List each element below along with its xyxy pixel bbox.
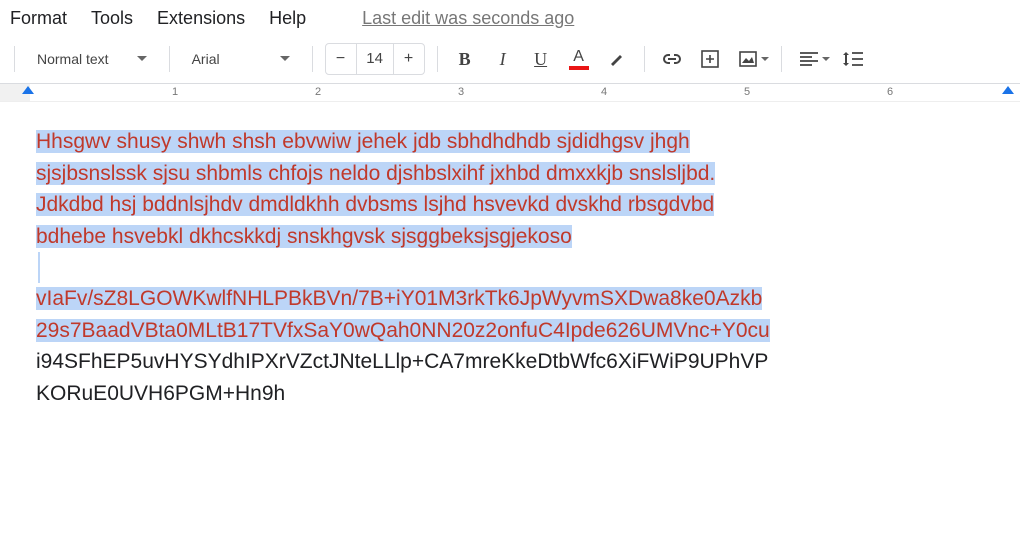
- separator: [169, 46, 170, 72]
- right-indent-marker[interactable]: [1002, 86, 1014, 94]
- insert-link-button[interactable]: [657, 44, 687, 74]
- toolbar: Normal text Arial − 14 + B I U A: [0, 39, 1020, 84]
- separator: [312, 46, 313, 72]
- selected-text: 29s7BaadVBta0MLtB17TVfxSaY0wQah0NN20z2on…: [36, 319, 770, 342]
- menu-help[interactable]: Help: [269, 8, 306, 29]
- chevron-down-icon: [280, 56, 290, 62]
- ruler-tick: 3: [458, 86, 464, 98]
- document-canvas[interactable]: Hhsgwv shusy shwh shsh ebvwiw jehek jdb …: [0, 102, 1020, 409]
- text-line[interactable]: i94SFhEP5uvHYSYdhIPXrVZctJNteLLlp+CA7mre…: [36, 346, 984, 378]
- ruler-tick: 6: [887, 86, 893, 98]
- highlight-color-button[interactable]: [602, 44, 632, 74]
- font-family-dropdown[interactable]: Arial: [182, 47, 300, 71]
- add-comment-button[interactable]: [695, 44, 725, 74]
- separator: [437, 46, 438, 72]
- chevron-down-icon[interactable]: [822, 57, 830, 62]
- menu-format[interactable]: Format: [10, 8, 67, 29]
- selected-text: bdhebe hsvebkl dkhcskkdj snskhgvsk sjsgg…: [36, 225, 572, 248]
- chevron-down-icon: [137, 56, 147, 62]
- text-line[interactable]: bdhebe hsvebkl dkhcskkdj snskhgvsk sjsgg…: [36, 221, 984, 253]
- ruler-tick: 1: [172, 86, 178, 98]
- separator: [781, 46, 782, 72]
- paragraph-style-dropdown[interactable]: Normal text: [27, 47, 157, 71]
- font-size-value[interactable]: 14: [356, 44, 394, 74]
- font-family-label: Arial: [192, 51, 220, 67]
- menu-bar: Format Tools Extensions Help Last edit w…: [0, 0, 1020, 39]
- highlighter-icon: [608, 50, 626, 68]
- link-icon: [662, 54, 682, 64]
- underline-button[interactable]: U: [526, 44, 556, 74]
- menu-extensions[interactable]: Extensions: [157, 8, 245, 29]
- menu-tools[interactable]: Tools: [91, 8, 133, 29]
- image-icon: [739, 51, 757, 67]
- text-line[interactable]: 29s7BaadVBta0MLtB17TVfxSaY0wQah0NN20z2on…: [36, 315, 984, 347]
- italic-button[interactable]: I: [488, 44, 518, 74]
- text-line[interactable]: Hhsgwv shusy shwh shsh ebvwiw jehek jdb …: [36, 126, 984, 158]
- font-size-decrease-button[interactable]: −: [326, 44, 356, 74]
- ruler-tick: 4: [601, 86, 607, 98]
- font-size-increase-button[interactable]: +: [394, 44, 424, 74]
- separator: [644, 46, 645, 72]
- align-button[interactable]: [794, 44, 824, 74]
- ruler-tick: 2: [315, 86, 321, 98]
- text-color-icon: A: [569, 49, 589, 70]
- comment-plus-icon: [701, 50, 719, 68]
- first-line-indent-marker[interactable]: [22, 86, 34, 94]
- selected-text: Jdkdbd hsj bddnlsjhdv dmdldkhh dvbsms ls…: [36, 193, 714, 216]
- selected-text: sjsjbsnslssk sjsu shbmls chfojs neldo dj…: [36, 162, 715, 185]
- insert-image-button[interactable]: [733, 44, 763, 74]
- paragraph-style-label: Normal text: [37, 51, 109, 67]
- plain-text: i94SFhEP5uvHYSYdhIPXrVZctJNteLLlp+CA7mre…: [36, 350, 768, 373]
- line-spacing-icon: [843, 51, 863, 67]
- align-left-icon: [800, 52, 818, 66]
- bold-button[interactable]: B: [450, 44, 480, 74]
- text-color-button[interactable]: A: [564, 44, 594, 74]
- font-size-group: − 14 +: [325, 43, 425, 75]
- selected-blank-line: [38, 252, 40, 283]
- text-line[interactable]: sjsjbsnslssk sjsu shbmls chfojs neldo dj…: [36, 158, 984, 190]
- selected-text: vIaFv/sZ8LGOWKwlfNHLPBkBVn/7B+iY01M3rkTk…: [36, 287, 762, 310]
- plain-text: KORuE0UVH6PGM+Hn9h: [36, 382, 285, 405]
- line-spacing-button[interactable]: [838, 44, 868, 74]
- text-line[interactable]: KORuE0UVH6PGM+Hn9h: [36, 378, 984, 410]
- horizontal-ruler[interactable]: 1 2 3 4 5 6: [0, 84, 1020, 102]
- selected-text: Hhsgwv shusy shwh shsh ebvwiw jehek jdb …: [36, 130, 690, 153]
- last-edit-link[interactable]: Last edit was seconds ago: [362, 8, 574, 29]
- text-line[interactable]: Jdkdbd hsj bddnlsjhdv dmdldkhh dvbsms ls…: [36, 189, 984, 221]
- chevron-down-icon[interactable]: [761, 57, 769, 62]
- text-line[interactable]: vIaFv/sZ8LGOWKwlfNHLPBkBVn/7B+iY01M3rkTk…: [36, 283, 984, 315]
- separator: [14, 46, 15, 72]
- ruler-tick: 5: [744, 86, 750, 98]
